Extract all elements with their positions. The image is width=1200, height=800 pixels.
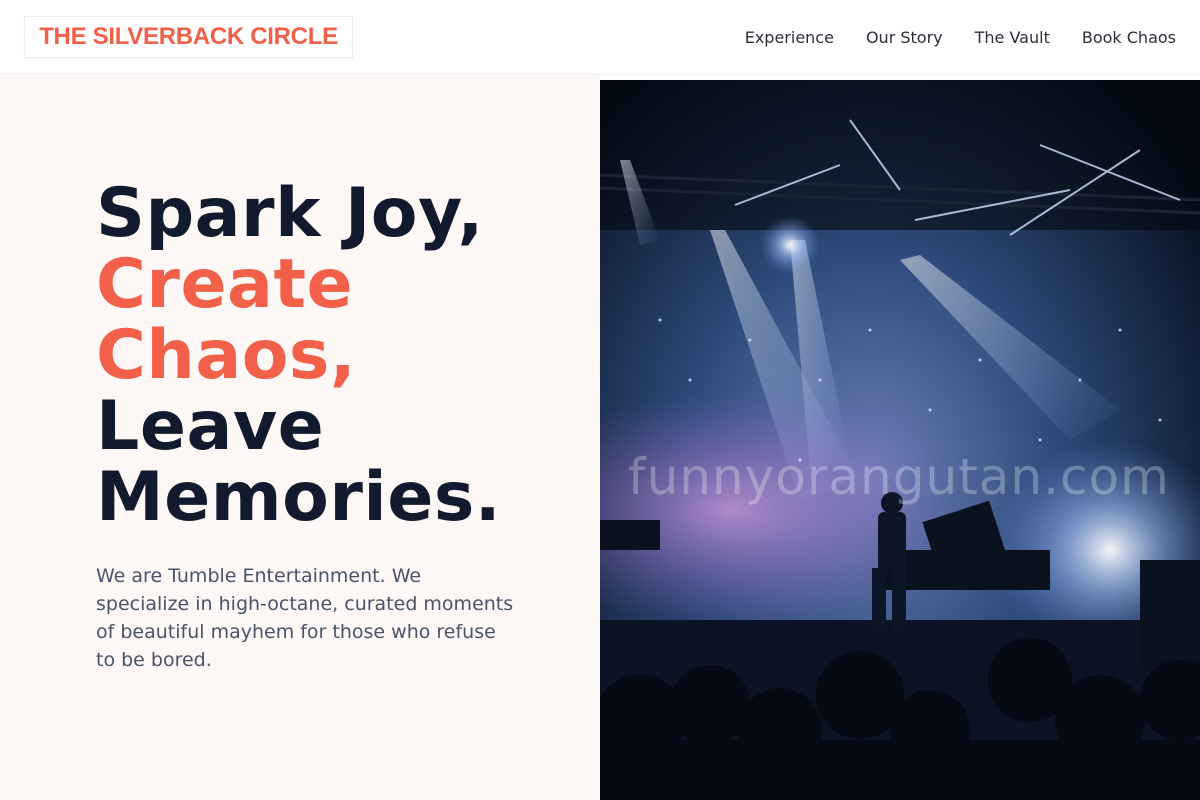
nav-link-the-vault[interactable]: The Vault [975, 28, 1050, 47]
main-nav: Experience Our Story The Vault Book Chao… [745, 0, 1200, 75]
hero-headline: Spark Joy, Create Chaos, Leave Memories. [96, 178, 576, 533]
hero-text-panel: Spark Joy, Create Chaos, Leave Memories.… [0, 76, 600, 800]
headline-line-4: Leave [96, 387, 325, 466]
image-watermark: funnyorangutan.com [628, 448, 1170, 506]
nav-link-our-story[interactable]: Our Story [866, 28, 943, 47]
concert-stage-photo [600, 80, 1200, 800]
headline-line-3: Chaos, [96, 316, 357, 395]
hero-description: We are Tumble Entertainment. We speciali… [96, 565, 514, 671]
site-header: THE SILVERBACK CIRCLE Experience Our Sto… [0, 0, 1200, 75]
site-logo[interactable]: THE SILVERBACK CIRCLE [24, 16, 353, 58]
logo-text: THE SILVERBACK CIRCLE [39, 23, 338, 50]
headline-line-5: Memories. [96, 458, 502, 537]
hero-image: funnyorangutan.com [600, 80, 1200, 800]
headline-line-1: Spark Joy, [96, 174, 484, 253]
nav-link-book-chaos[interactable]: Book Chaos [1082, 28, 1176, 47]
headline-line-2: Create [96, 245, 354, 324]
nav-link-experience[interactable]: Experience [745, 28, 834, 47]
